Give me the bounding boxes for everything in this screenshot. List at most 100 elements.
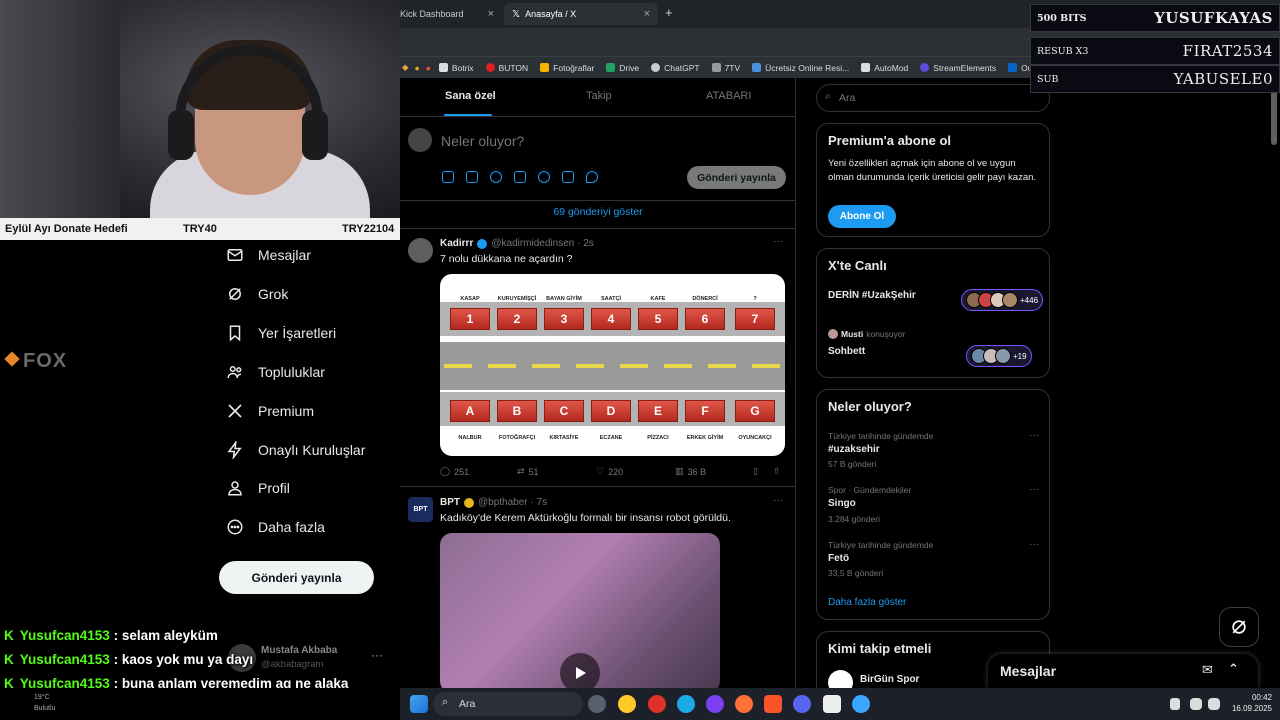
shop-letter: D [591, 400, 631, 422]
space-listeners-pill[interactable]: +446 [961, 289, 1044, 311]
schedule-icon[interactable] [562, 171, 574, 183]
nav-item-premium[interactable]: Premium [226, 398, 314, 424]
taskbar-search[interactable]: ⌕ Ara [433, 692, 583, 716]
chrome-icon[interactable] [618, 695, 636, 713]
tab-following[interactable]: Takip [586, 90, 612, 102]
space-title[interactable]: Sohbett [828, 346, 865, 357]
space-title[interactable]: DERİN #UzakŞehir [828, 290, 916, 301]
system-clock[interactable]: 00:42 16.09.2025 [1222, 692, 1272, 714]
tweet-video[interactable] [440, 533, 720, 688]
bookmark-icon[interactable]: ● [415, 63, 420, 73]
nav-item-verified-orgs[interactable]: Onaylı Kuruluşlar [226, 437, 365, 463]
show-new-posts[interactable]: 69 gönderiyi göster [400, 206, 795, 218]
avatar [995, 348, 1011, 364]
bookmark-7tv[interactable]: 7TV [711, 63, 740, 73]
nav-item-label: Profil [258, 480, 290, 496]
nav-item-profile[interactable]: Profil [226, 475, 290, 501]
grok-button[interactable] [1219, 607, 1259, 647]
subscribe-button[interactable]: Abone Ol [828, 205, 896, 228]
nav-item-communities[interactable]: Topluluklar [226, 359, 325, 385]
tweet-image[interactable]: KASAP KURUYEMİŞÇİ BAYAN GİYİM SAATÇİ KAF… [440, 274, 785, 456]
tab-for-you[interactable]: Sana özel [445, 90, 496, 102]
tweet-author[interactable]: Kadirrr [440, 238, 473, 249]
show-more-link[interactable]: Daha fazla göster [828, 597, 906, 608]
location-icon[interactable] [586, 171, 598, 183]
follow-account-name[interactable]: BirGün Spor [860, 674, 919, 685]
discord-icon[interactable] [793, 695, 811, 713]
nav-item-more[interactable]: Daha fazla [226, 514, 325, 540]
close-icon[interactable]: × [644, 8, 650, 20]
bookmark-streamelements[interactable]: StreamElements [920, 63, 996, 73]
emoji-icon[interactable] [538, 171, 550, 183]
microphone-icon[interactable] [1170, 698, 1180, 710]
search-input[interactable]: ⌕ Ara [816, 84, 1050, 112]
nav-item-bookmarks[interactable]: Yer İşaretleri [226, 320, 336, 346]
composer-input[interactable]: Neler oluyor? [441, 133, 524, 149]
bookmark-drive[interactable]: Drive [606, 63, 639, 73]
trends-card: Neler oluyor? Türkiye tarihinde gündemde… [816, 389, 1050, 620]
space-listeners-pill[interactable]: +19 [966, 345, 1032, 367]
new-message-icon[interactable]: ✉ [1202, 662, 1213, 678]
more-dots-icon[interactable]: ··· [1029, 430, 1039, 441]
bookmark-icon[interactable]: ◆ [402, 62, 409, 73]
scrollbar[interactable] [1271, 90, 1277, 145]
image-icon[interactable] [442, 171, 454, 183]
bookmark-icon[interactable]: ● [426, 63, 431, 73]
tab-kick-dashboard[interactable]: Kick Dashboard × [400, 3, 502, 25]
nav-item-messages[interactable]: Mesajlar [226, 242, 311, 268]
task-view-icon[interactable] [588, 695, 606, 713]
bookmark-button[interactable]: ▯ [753, 466, 758, 477]
account-switcher[interactable]: Mustafa Akbaba @akbabagram ··· [228, 640, 398, 680]
views-button[interactable]: ▥ 36 B [675, 466, 706, 477]
opera-icon[interactable] [648, 695, 666, 713]
edge-icon[interactable] [677, 695, 695, 713]
play-icon[interactable] [560, 653, 600, 688]
reply-button[interactable]: ◯ 251 [440, 466, 469, 477]
shop-label: OYUNCAKÇI [738, 435, 772, 441]
close-icon[interactable]: × [488, 8, 494, 20]
bookmark-chatgpt[interactable]: ChatGPT [651, 63, 700, 73]
nav-item-grok[interactable]: Grok [226, 281, 288, 307]
poll-icon[interactable] [514, 171, 526, 183]
share-button[interactable]: ⇧ [773, 466, 781, 477]
like-button[interactable]: ♡ 220 [596, 466, 623, 477]
network-icon[interactable] [1190, 698, 1202, 710]
app-icon[interactable] [852, 695, 870, 713]
alert-sub: SUB YABUSELE0 [1030, 65, 1280, 93]
bookmark-online-resize[interactable]: Ücretsiz Online Resi... [752, 63, 849, 73]
retweet-button[interactable]: ⇄ 51 [517, 466, 539, 477]
bookmark-automod[interactable]: AutoMod [861, 63, 908, 73]
compose-post-button[interactable]: Gönderi yayınla [687, 166, 786, 189]
tab-x-home[interactable]: 𝕏 Anasayfa / X × [504, 3, 658, 25]
app-icon[interactable] [706, 695, 724, 713]
chevron-up-icon[interactable]: ⌃ [1228, 661, 1239, 677]
trends-title: Neler oluyor? [828, 399, 912, 414]
shop-label: KIRTASİYE [549, 435, 579, 441]
shop-number: 7 [735, 308, 775, 330]
messages-drawer[interactable]: Mesajlar ✉ ⌃ [988, 654, 1258, 688]
tweet-author[interactable]: BPT [440, 497, 460, 508]
firefox-icon[interactable] [735, 695, 753, 713]
bookmark-photos[interactable]: Fotoğraflar [540, 63, 594, 73]
search-placeholder: Ara [839, 92, 856, 104]
post-button[interactable]: Gönderi yayınla [219, 561, 374, 594]
obs-icon[interactable] [823, 695, 841, 713]
grok-icon[interactable] [490, 171, 502, 183]
trend-name[interactable]: Fetö [828, 553, 849, 564]
new-tab-icon[interactable]: + [665, 5, 673, 20]
weather-widget[interactable]: 19°C Bulutlu [0, 688, 400, 720]
more-dots-icon[interactable]: ··· [773, 236, 783, 247]
trend-name[interactable]: #uzaksehir [828, 444, 880, 455]
bookmark-botrix[interactable]: Botrix [438, 63, 474, 73]
volume-icon[interactable] [1208, 698, 1220, 710]
tab-atabari[interactable]: ATABARI [706, 90, 751, 102]
more-dots-icon[interactable]: ··· [1029, 484, 1039, 495]
brave-icon[interactable] [764, 695, 782, 713]
bookmark-buton[interactable]: BUTON [485, 63, 528, 73]
gif-icon[interactable] [466, 171, 478, 183]
more-dots-icon[interactable]: ··· [773, 495, 783, 506]
windows-start-icon[interactable] [410, 695, 428, 713]
more-dots-icon[interactable]: ··· [371, 648, 383, 662]
trend-name[interactable]: Singo [828, 498, 856, 509]
more-dots-icon[interactable]: ··· [1029, 539, 1039, 550]
